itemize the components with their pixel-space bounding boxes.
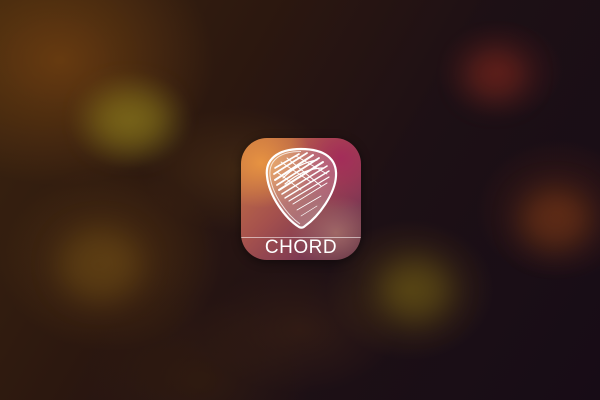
bokeh-light [380,260,450,320]
bokeh-light [90,90,170,150]
bokeh-light [520,190,590,250]
guitar-pick-icon [265,147,338,229]
app-icon[interactable]: CHORD [241,138,361,260]
bokeh-light [60,230,140,300]
app-name-label: CHORD [264,237,338,258]
bokeh-light [465,50,525,100]
splash-screen: CHORD [0,0,600,400]
